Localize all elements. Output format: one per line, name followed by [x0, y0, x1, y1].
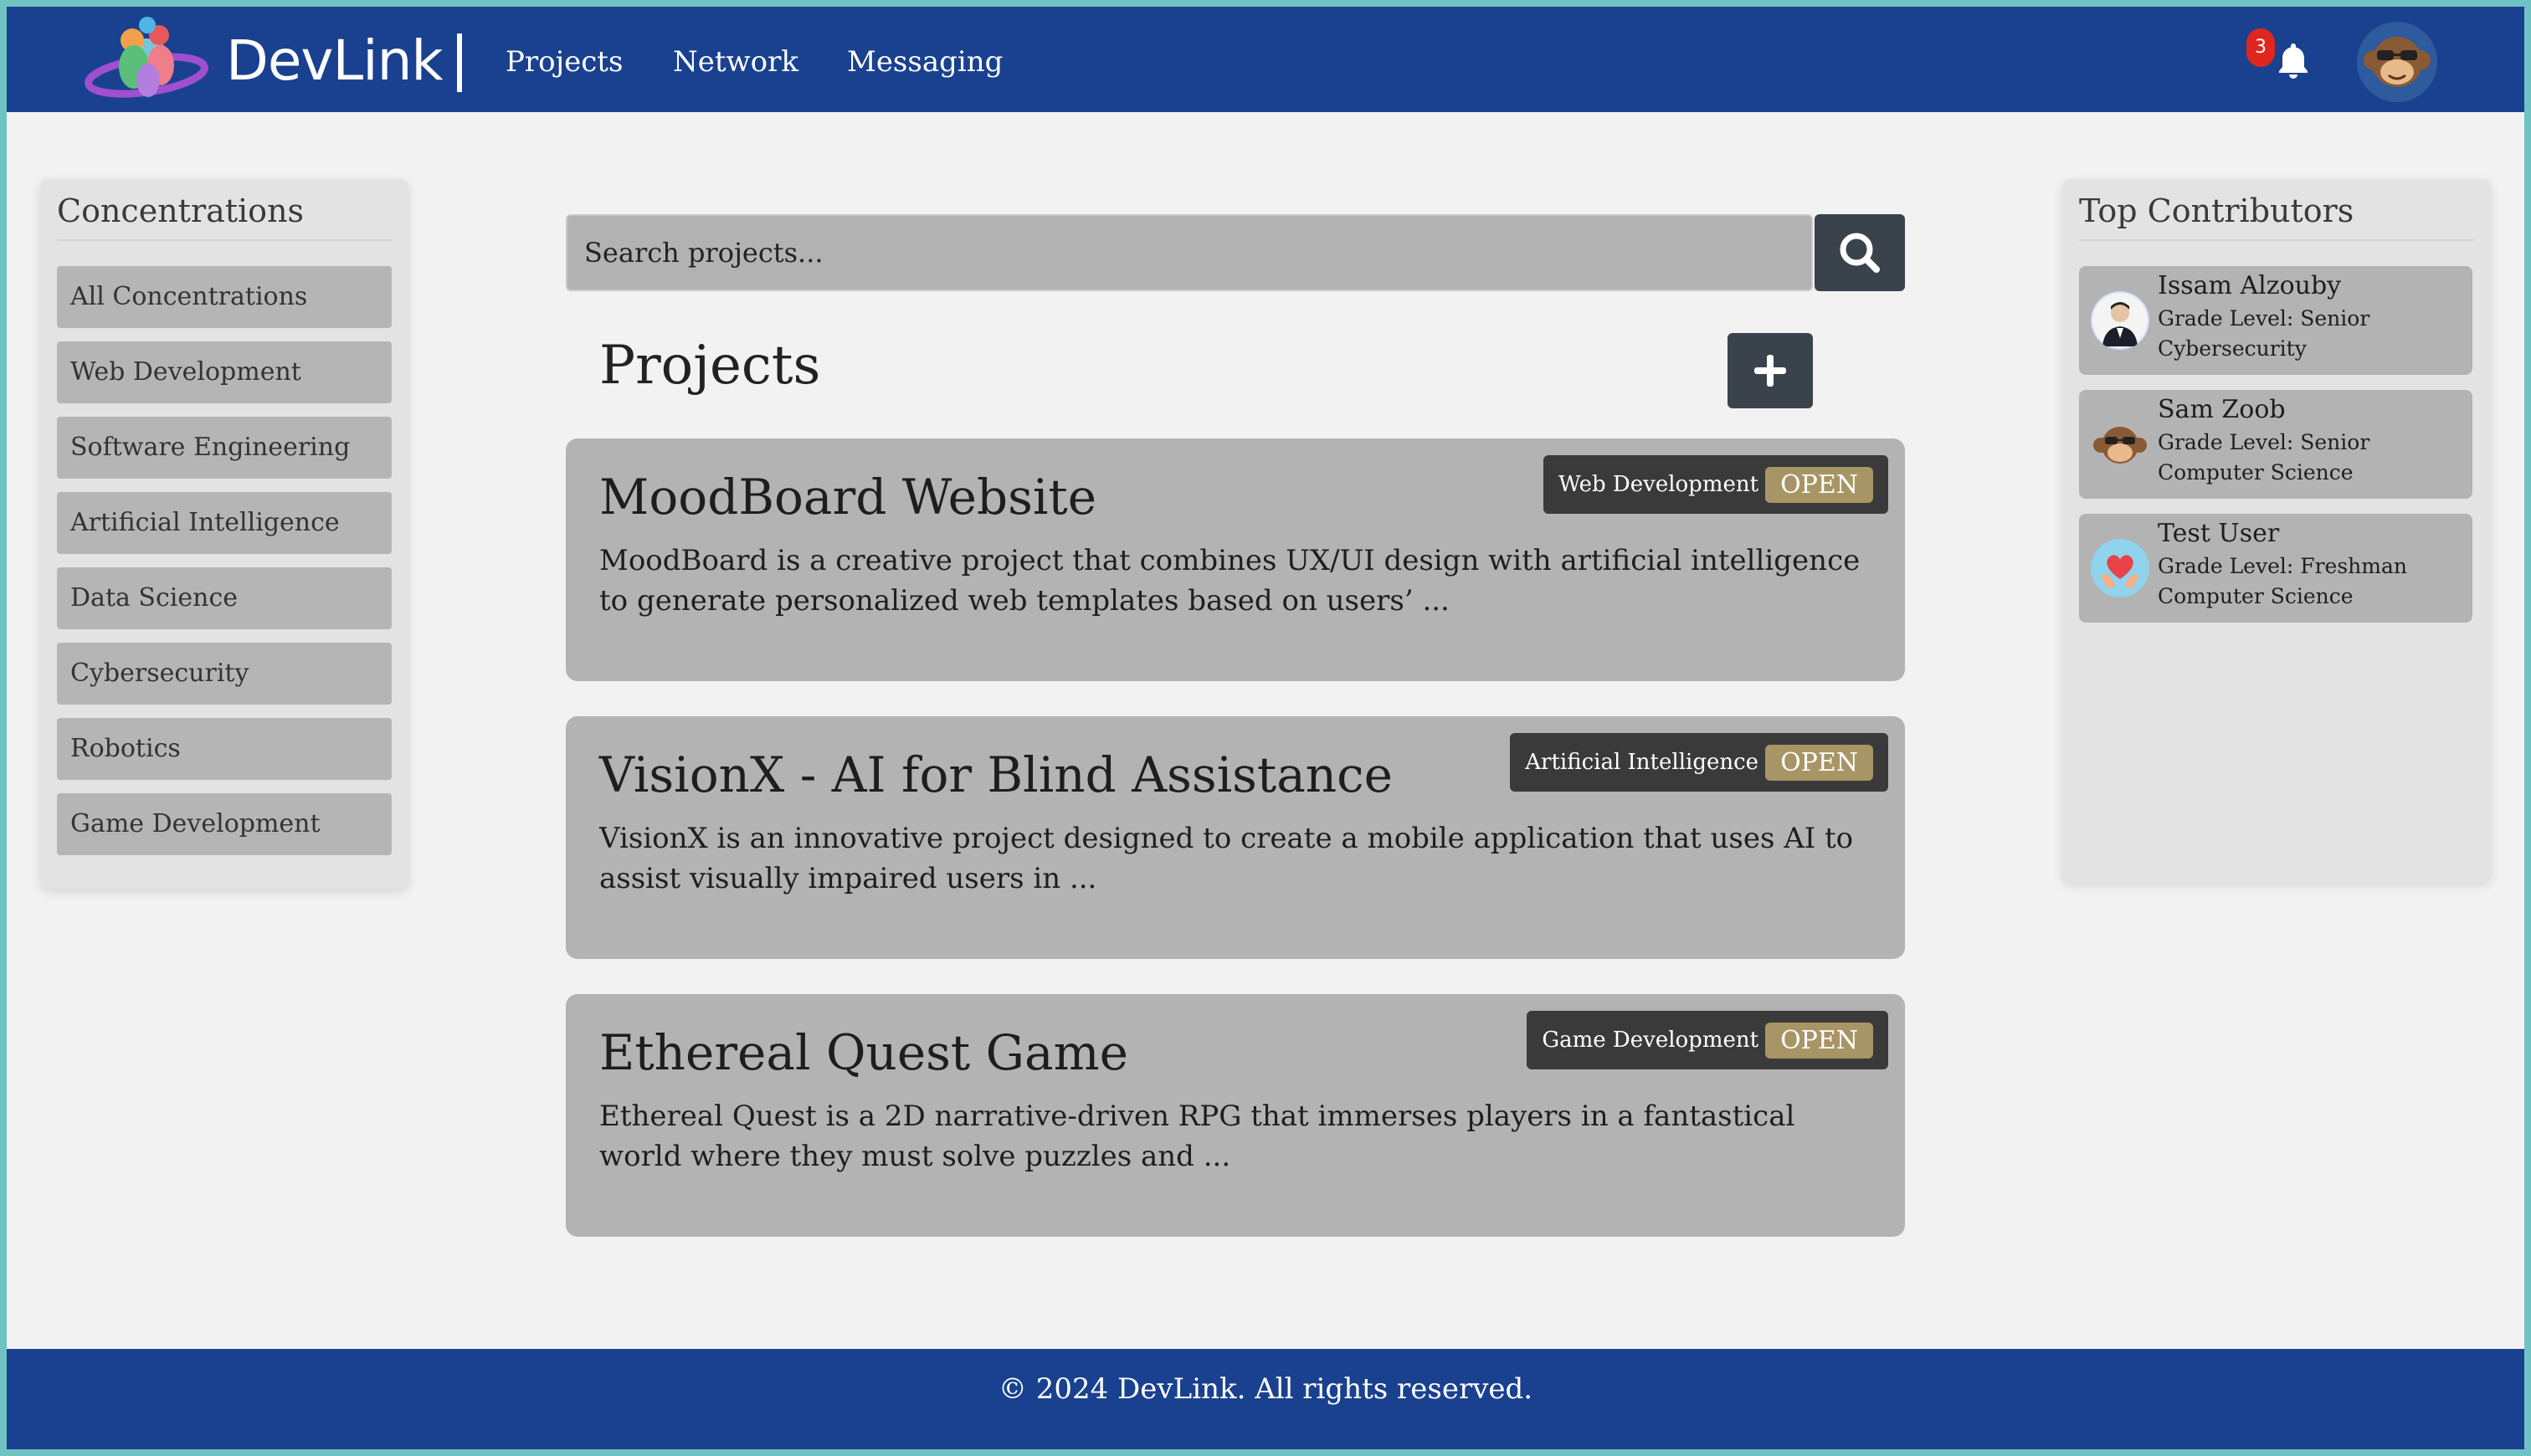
contributor-card[interactable]: Issam Alzouby Grade Level: Senior Cybers…	[2079, 266, 2472, 375]
top-contributors-panel: Top Contributors Issam Alzouby Grade Lev…	[2062, 179, 2491, 882]
concentration-item-all[interactable]: All Concentrations	[57, 266, 392, 328]
contributor-name[interactable]: Sam Zoob	[2158, 395, 2286, 424]
concentration-item-web-development[interactable]: Web Development	[57, 341, 392, 403]
concentration-item-cybersecurity[interactable]: Cybersecurity	[57, 643, 392, 705]
contributor-concentration: Computer Science	[2158, 460, 2354, 484]
concentrations-panel: Concentrations All Concentrations Web De…	[40, 179, 408, 889]
concentration-item-game-development[interactable]: Game Development	[57, 793, 392, 855]
search-button[interactable]	[1815, 214, 1905, 291]
plus-icon	[1754, 355, 1786, 387]
nav-link-network[interactable]: Network	[673, 45, 798, 79]
nav-link-messaging[interactable]: Messaging	[847, 45, 1003, 79]
bell-icon[interactable]	[2273, 40, 2313, 80]
search-icon	[1840, 233, 1880, 273]
concentrations-title: Concentrations	[57, 192, 305, 229]
concentration-item-artificial-intelligence[interactable]: Artificial Intelligence	[57, 492, 392, 554]
concentration-item-data-science[interactable]: Data Science	[57, 567, 392, 629]
project-card[interactable]: VisionX - AI for Blind Assistance Vision…	[566, 716, 1905, 959]
contributor-name[interactable]: Issam Alzouby	[2158, 271, 2341, 300]
project-card[interactable]: Ethereal Quest Game Ethereal Quest is a …	[566, 994, 1905, 1237]
project-title[interactable]: MoodBoard Website	[599, 469, 1096, 525]
project-status-badge: OPEN	[1765, 1022, 1873, 1059]
brand-name[interactable]: DevLink	[226, 28, 444, 93]
project-description: Ethereal Quest is a 2D narrative-driven …	[599, 1100, 1795, 1173]
planet-people-logo[interactable]	[84, 15, 209, 105]
nav-link-projects[interactable]: Projects	[506, 45, 623, 79]
contributor-grade: Grade Level: Senior	[2158, 430, 2370, 454]
contributor-avatar[interactable]	[2091, 539, 2149, 597]
contributor-card[interactable]: Test User Grade Level: Freshman Computer…	[2079, 514, 2472, 623]
contributor-name[interactable]: Test User	[2158, 519, 2279, 548]
project-tag: Artificial Intelligence OPEN	[1510, 733, 1888, 792]
person-photo-avatar	[2091, 291, 2149, 350]
project-status-badge: OPEN	[1765, 744, 1873, 781]
app-frame: DevLink Projects Network Messaging 3 Con…	[7, 7, 2524, 1449]
concentration-item-software-engineering[interactable]: Software Engineering	[57, 417, 392, 479]
divider	[2079, 239, 2474, 241]
divider	[57, 239, 392, 241]
brand-divider	[457, 33, 462, 92]
projects-heading: Projects	[599, 335, 821, 397]
project-status-badge: OPEN	[1765, 466, 1873, 503]
project-card[interactable]: MoodBoard Website MoodBoard is a creativ…	[566, 438, 1905, 681]
contributor-avatar[interactable]	[2091, 415, 2149, 474]
user-avatar[interactable]	[2357, 22, 2437, 102]
search-input[interactable]	[566, 214, 1813, 291]
project-category: Game Development	[1542, 1028, 1759, 1053]
monkey-avatar	[2357, 22, 2437, 102]
project-title[interactable]: VisionX - AI for Blind Assistance	[599, 746, 1393, 803]
contributor-grade: Grade Level: Senior	[2158, 306, 2370, 331]
heart-hands-avatar	[2091, 539, 2149, 597]
contributor-avatar[interactable]	[2091, 291, 2149, 350]
contributor-card[interactable]: Sam Zoob Grade Level: Senior Computer Sc…	[2079, 390, 2472, 499]
contributor-concentration: Computer Science	[2158, 584, 2354, 608]
project-category: Artificial Intelligence	[1525, 750, 1759, 775]
project-description: VisionX is an innovative project designe…	[599, 822, 1854, 895]
top-navbar: DevLink Projects Network Messaging 3	[7, 7, 2524, 112]
project-description: MoodBoard is a creative project that com…	[599, 544, 1861, 618]
concentration-item-robotics[interactable]: Robotics	[57, 718, 392, 780]
add-project-button[interactable]	[1728, 333, 1813, 408]
footer-copyright: © 2024 DevLink. All rights reserved.	[998, 1372, 1533, 1406]
footer: © 2024 DevLink. All rights reserved.	[7, 1349, 2524, 1449]
monkey-avatar	[2091, 415, 2149, 474]
notification-count-badge[interactable]: 3	[2246, 28, 2275, 67]
contributor-grade: Grade Level: Freshman	[2158, 554, 2407, 578]
project-category: Web Development	[1558, 472, 1759, 497]
top-contributors-title: Top Contributors	[2079, 192, 2354, 229]
contributor-concentration: Cybersecurity	[2158, 336, 2307, 361]
project-title[interactable]: Ethereal Quest Game	[599, 1024, 1128, 1081]
project-tag: Game Development OPEN	[1527, 1011, 1888, 1069]
project-tag: Web Development OPEN	[1543, 455, 1888, 514]
